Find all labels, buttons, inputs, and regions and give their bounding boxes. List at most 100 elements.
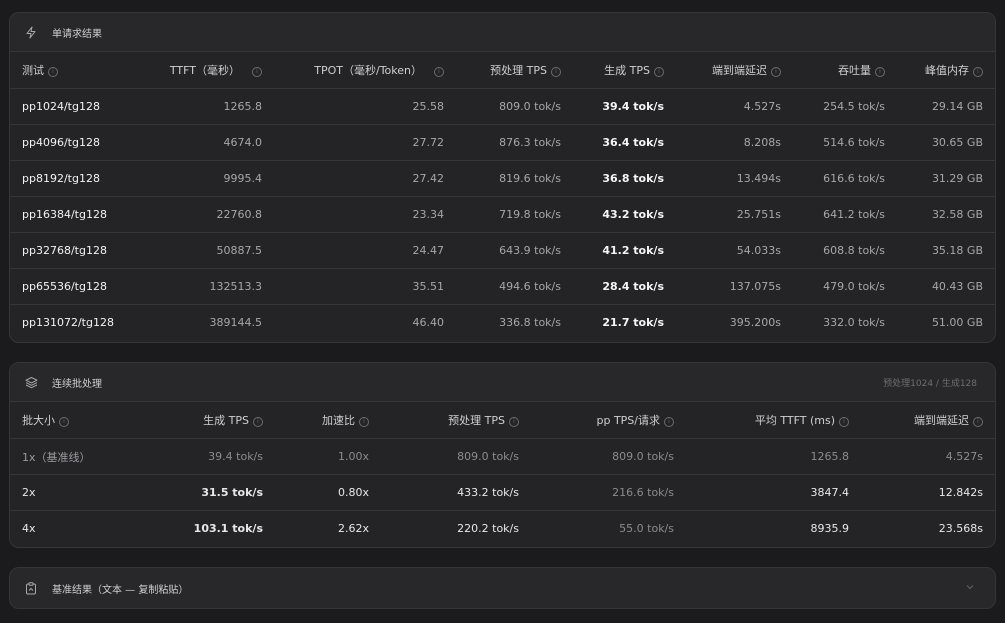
prefill-tps-cell: 809.0 tok/s — [381, 438, 531, 475]
layers-icon — [24, 375, 38, 389]
gen-tps-cell: 103.1 tok/s — [193, 522, 263, 535]
baseline-title: 基准结果（文本 — 复制粘贴） — [52, 584, 189, 596]
prefill-tps-cell: 433.2 tok/s — [381, 474, 531, 511]
ttft-cell: 50887.5 — [150, 232, 274, 269]
column-header[interactable]: 端到端延迟 i — [861, 402, 995, 439]
column-header[interactable]: 吞吐量 i — [793, 52, 897, 89]
batch-title: 连续批处理 — [52, 378, 102, 390]
throughput-cell: 479.0 tok/s — [793, 268, 897, 305]
batch-size-cell: 4x — [22, 522, 36, 535]
table-row: pp1024/tg128 1265.8 25.58 809.0 tok/s 39… — [10, 88, 995, 125]
pp-tps-per-request-cell: 55.0 tok/s — [619, 522, 674, 535]
baseline-card[interactable]: 基准结果（文本 — 复制粘贴） — [9, 567, 996, 609]
column-header[interactable]: 预处理 TPS i — [381, 402, 531, 439]
info-icon[interactable]: i — [509, 417, 519, 427]
column-header[interactable]: 端到端延迟 i — [676, 52, 793, 89]
column-header[interactable]: 平均 TTFT (ms) i — [686, 402, 861, 439]
single-request-header: 单请求结果 — [10, 13, 995, 52]
single-request-table: 测试 i TTFT（毫秒） i TPOT（毫秒/Token） i 预处理 TPS i 生… — [10, 52, 995, 340]
column-header[interactable]: TPOT（毫秒/Token） i — [274, 52, 456, 89]
test-name-cell: pp4096/tg128 — [10, 124, 150, 161]
test-name-cell: pp1024/tg128 — [10, 88, 150, 125]
tpot-cell: 27.42 — [274, 160, 456, 197]
prefill-tps-cell: 643.9 tok/s — [456, 232, 573, 269]
peak-memory-cell: 29.14 GB — [897, 88, 995, 125]
lightning-icon — [24, 25, 38, 39]
prefill-tps-cell: 819.6 tok/s — [456, 160, 573, 197]
column-header[interactable]: pp TPS/请求 i — [531, 402, 686, 439]
batch-config-note: 预处理1024 / 生成128 — [883, 378, 977, 389]
table-row: 2x 31.5 tok/s 0.80x 433.2 tok/s 216.6 to… — [10, 474, 995, 511]
column-header[interactable]: 加速比 i — [275, 402, 381, 439]
tpot-cell: 23.34 — [274, 196, 456, 233]
column-header[interactable]: 生成 TPS i — [573, 52, 676, 89]
ttft-cell: 4674.0 — [150, 124, 274, 161]
peak-memory-cell: 51.00 GB — [931, 316, 983, 329]
table-header-row: 批大小 i 生成 TPS i 加速比 i 预处理 TPS i pp TPS/请求 i 平均… — [10, 402, 995, 439]
tpot-cell: 35.51 — [274, 268, 456, 305]
gen-tps-cell: 41.2 tok/s — [573, 232, 676, 269]
table-row: pp4096/tg128 4674.0 27.72 876.3 tok/s 36… — [10, 124, 995, 161]
info-icon[interactable]: i — [434, 67, 444, 77]
table-row: 4x 103.1 tok/s 2.62x 220.2 tok/s 55.0 to… — [10, 511, 995, 547]
info-icon[interactable]: i — [253, 417, 263, 427]
avg-ttft-cell: 8935.9 — [810, 522, 850, 535]
info-icon[interactable]: i — [664, 417, 674, 427]
gen-tps-cell: 21.7 tok/s — [602, 316, 664, 329]
gen-tps-cell: 28.4 tok/s — [573, 268, 676, 305]
latency-cell: 12.842s — [861, 474, 995, 511]
info-icon[interactable]: i — [59, 417, 69, 427]
gen-tps-cell: 36.4 tok/s — [573, 124, 676, 161]
table-header-row: 测试 i TTFT（毫秒） i TPOT（毫秒/Token） i 预处理 TPS i 生… — [10, 52, 995, 89]
latency-cell: 23.568s — [938, 522, 983, 535]
gen-tps-cell: 31.5 tok/s — [157, 474, 275, 511]
info-icon[interactable]: i — [551, 67, 561, 77]
table-row: pp16384/tg128 22760.8 23.34 719.8 tok/s … — [10, 196, 995, 233]
avg-ttft-cell: 1265.8 — [686, 438, 861, 475]
prefill-tps-cell: 494.6 tok/s — [456, 268, 573, 305]
column-header[interactable]: 峰值内存 i — [897, 52, 995, 89]
batch-card: 连续批处理 预处理1024 / 生成128 批大小 i 生成 TPS i 加速比 i … — [9, 362, 996, 548]
tpot-cell: 46.40 — [412, 316, 445, 329]
gen-tps-cell: 43.2 tok/s — [573, 196, 676, 233]
latency-cell: 25.751s — [676, 196, 793, 233]
throughput-cell: 514.6 tok/s — [793, 124, 897, 161]
column-header[interactable]: TTFT（毫秒） i — [150, 52, 274, 89]
ttft-cell: 9995.4 — [150, 160, 274, 197]
info-icon[interactable]: i — [48, 67, 58, 77]
ttft-cell: 1265.8 — [150, 88, 274, 125]
table-row: pp131072/tg128 389144.5 46.40 336.8 tok/… — [10, 305, 995, 341]
latency-cell: 137.075s — [676, 268, 793, 305]
latency-cell: 4.527s — [861, 438, 995, 475]
column-header[interactable]: 预处理 TPS i — [456, 52, 573, 89]
peak-memory-cell: 30.65 GB — [897, 124, 995, 161]
ttft-cell: 132513.3 — [150, 268, 274, 305]
info-icon[interactable]: i — [875, 67, 885, 77]
info-icon[interactable]: i — [839, 417, 849, 427]
peak-memory-cell: 31.29 GB — [897, 160, 995, 197]
column-header[interactable]: 批大小 i — [10, 402, 157, 439]
throughput-cell: 332.0 tok/s — [823, 316, 885, 329]
info-icon[interactable]: i — [252, 67, 262, 77]
chevron-down-icon[interactable] — [965, 582, 975, 595]
latency-cell: 8.208s — [676, 124, 793, 161]
info-icon[interactable]: i — [359, 417, 369, 427]
baseline-header[interactable]: 基准结果（文本 — 复制粘贴） — [10, 568, 995, 608]
column-header[interactable]: 测试 i — [10, 52, 150, 89]
table-row: pp32768/tg128 50887.5 24.47 643.9 tok/s … — [10, 232, 995, 269]
info-icon[interactable]: i — [973, 67, 983, 77]
column-header[interactable]: 生成 TPS i — [157, 402, 275, 439]
prefill-tps-cell: 220.2 tok/s — [457, 522, 519, 535]
batch-table: 批大小 i 生成 TPS i 加速比 i 预处理 TPS i pp TPS/请求 i 平均… — [10, 402, 995, 546]
latency-cell: 13.494s — [676, 160, 793, 197]
ttft-cell: 389144.5 — [209, 316, 263, 329]
batch-size-cell: 2x — [10, 474, 157, 511]
info-icon[interactable]: i — [973, 417, 983, 427]
info-icon[interactable]: i — [771, 67, 781, 77]
throughput-cell: 616.6 tok/s — [793, 160, 897, 197]
avg-ttft-cell: 3847.4 — [686, 474, 861, 511]
single-request-card: 单请求结果 测试 i TTFT（毫秒） i TPOT（毫秒/Token） i 预处理 … — [9, 12, 996, 343]
table-row: pp8192/tg128 9995.4 27.42 819.6 tok/s 36… — [10, 160, 995, 197]
peak-memory-cell: 40.43 GB — [897, 268, 995, 305]
info-icon[interactable]: i — [654, 67, 664, 77]
